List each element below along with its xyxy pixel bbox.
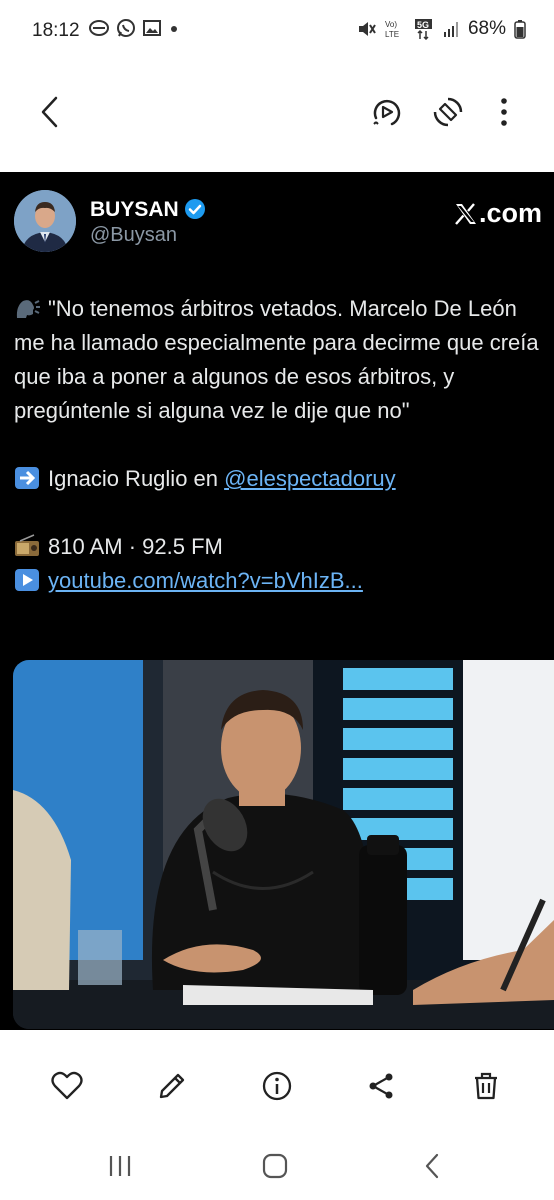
back-arrow-icon <box>41 96 58 128</box>
battery-percent: 68% <box>467 18 506 39</box>
attribution-text: Ignacio Ruglio en <box>48 466 225 491</box>
video-line: youtube.com/watch?v=bVhIzB... <box>14 564 550 598</box>
author-handle: @Buysan <box>90 224 178 246</box>
more-options-icon <box>501 98 507 126</box>
details-button[interactable] <box>257 1066 297 1106</box>
heart-icon <box>51 1071 83 1100</box>
svg-text:Vo): Vo) <box>385 20 397 29</box>
mute-icon <box>358 22 376 36</box>
rotate-icon <box>433 97 463 127</box>
radio-emoji <box>15 534 39 556</box>
home-icon <box>262 1153 288 1179</box>
bottom-action-bar <box>0 1030 554 1136</box>
delete-button[interactable] <box>466 1066 506 1106</box>
elespectador-link[interactable]: @elespectadoruy <box>224 466 396 491</box>
recent-apps-icon <box>109 1156 131 1176</box>
youtube-link[interactable]: youtube.com/watch?v=bVhIzB... <box>48 568 363 593</box>
dot-icon <box>171 26 177 32</box>
quote-paragraph: "No tenemos árbitros vetados. Marcelo De… <box>14 292 550 428</box>
quote-text: "No tenemos árbitros vetados. Marcelo De… <box>14 296 539 423</box>
home-button[interactable] <box>255 1146 295 1186</box>
volte-icon: Vo)LTE <box>385 20 399 39</box>
author-avatar <box>14 190 76 252</box>
play-button-emoji <box>15 569 39 591</box>
author-name: BUYSAN <box>90 198 179 221</box>
edit-pencil-icon <box>159 1073 185 1099</box>
source-logo: .com <box>454 198 542 229</box>
more-options-button[interactable] <box>482 90 526 134</box>
battery-icon <box>514 20 526 39</box>
system-nav-bar <box>0 1136 554 1200</box>
right-arrow-emoji <box>15 467 39 489</box>
recent-apps-button[interactable] <box>100 1146 140 1186</box>
back-icon <box>425 1153 439 1179</box>
share-icon <box>369 1073 393 1099</box>
attribution-line: Ignacio Ruglio en @elespectadoruy <box>14 462 550 496</box>
nav-back-button[interactable] <box>412 1146 452 1186</box>
tweet-body: "No tenemos árbitros vetados. Marcelo De… <box>14 292 550 598</box>
remaster-icon <box>373 99 401 126</box>
remaster-button[interactable] <box>364 90 408 134</box>
svg-text:5G: 5G <box>417 20 429 30</box>
signal-icon <box>443 22 458 37</box>
edit-button[interactable] <box>152 1066 192 1106</box>
back-button[interactable] <box>28 90 72 134</box>
radio-text: 810 AM · 92.5 FM <box>48 534 223 559</box>
status-time: 18:12 <box>32 20 80 41</box>
5g-icon: 5G <box>414 19 432 40</box>
info-icon <box>262 1071 292 1101</box>
source-logo-text: .com <box>478 198 542 228</box>
app-bar <box>0 62 554 172</box>
verified-badge-icon <box>185 199 205 219</box>
trash-icon <box>475 1072 497 1100</box>
phone-storage-icon <box>89 20 109 36</box>
tweet-screenshot: BUYSAN @Buysan .com "No tenemos árbitros… <box>0 172 554 1030</box>
svg-text:LTE: LTE <box>385 30 399 39</box>
speaking-head-emoji <box>16 300 40 318</box>
radio-line: 810 AM · 92.5 FM <box>14 530 550 564</box>
x-logo-icon <box>455 202 476 225</box>
favorite-button[interactable] <box>47 1066 87 1106</box>
podcast-photo <box>13 660 554 1029</box>
rotate-button[interactable] <box>426 90 470 134</box>
whatsapp-icon <box>117 19 135 37</box>
status-bar: 18:12 Vo) LTE 5G 68% <box>0 0 554 62</box>
gallery-icon <box>143 20 161 36</box>
share-button[interactable] <box>361 1066 401 1106</box>
